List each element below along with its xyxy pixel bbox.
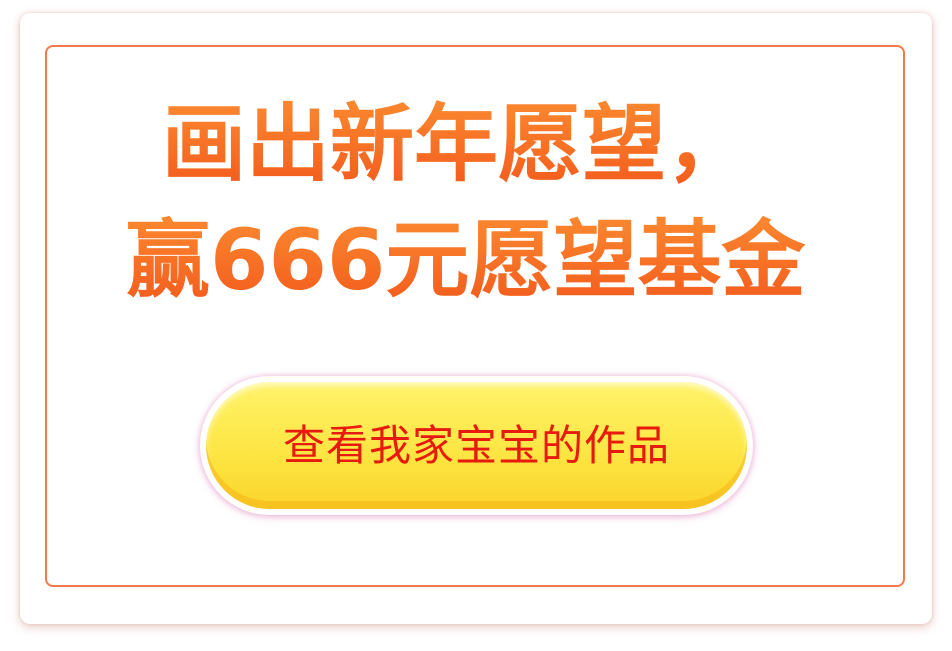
view-baby-artwork-button[interactable]: 查看我家宝宝的作品 — [206, 382, 747, 509]
cta-button-label: 查看我家宝宝的作品 — [282, 421, 670, 470]
promo-headline-line2: 赢666元愿望基金 — [0, 212, 952, 308]
promo-headline-line1: 画出新年愿望， — [0, 96, 952, 192]
